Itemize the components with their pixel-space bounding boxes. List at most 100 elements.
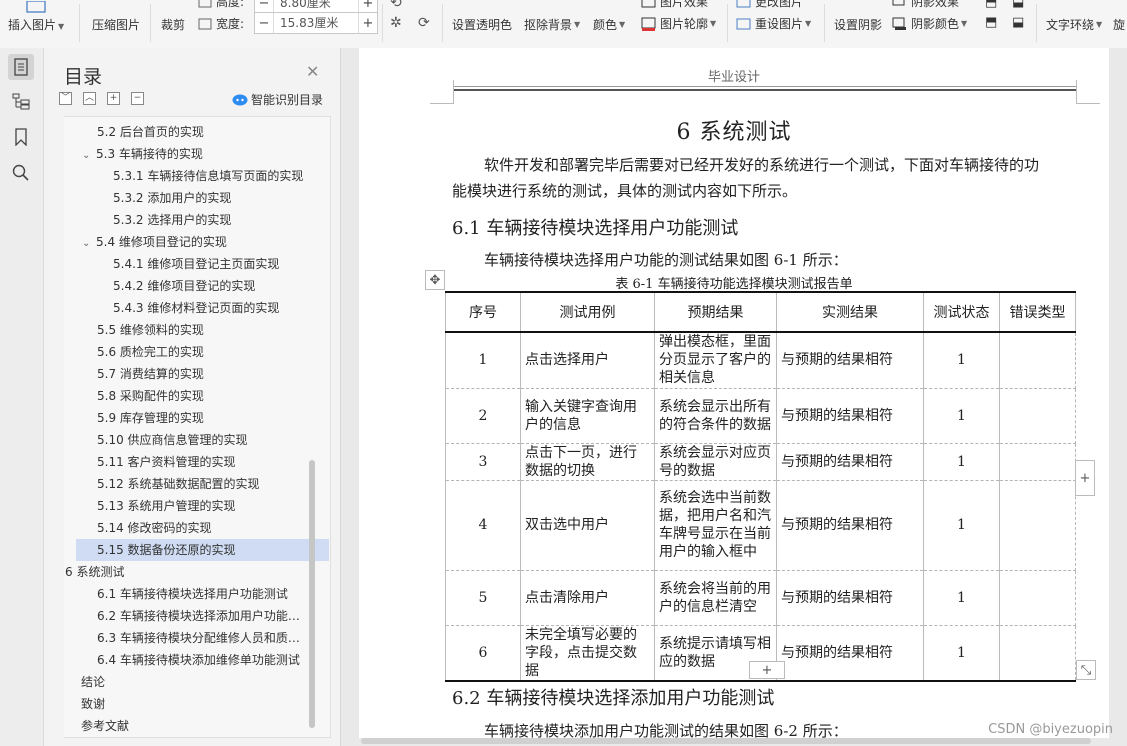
toc-item[interactable]: 6.3 车辆接待模块分配维修人员和质检人员功能测试 bbox=[97, 627, 308, 649]
set-transparent-button[interactable]: 设置透明色 bbox=[452, 16, 512, 33]
shadow-color-button[interactable]: 阴影颜色 ▼ bbox=[892, 15, 967, 32]
toc-item[interactable]: 5.14 修改密码的实现 bbox=[97, 517, 308, 539]
toc-item[interactable]: ⌄6 系统测试 bbox=[64, 561, 308, 583]
toc-item[interactable]: 5.8 采购配件的实现 bbox=[97, 385, 308, 407]
document-icon bbox=[14, 58, 28, 76]
outline-panel-button[interactable] bbox=[8, 88, 34, 114]
toc-item[interactable]: 5.11 客户资料管理的实现 bbox=[97, 451, 308, 473]
color-button[interactable]: 颜色 ▼ bbox=[593, 16, 625, 33]
crop-mark bbox=[1076, 80, 1077, 103]
set-shadow-button[interactable]: 设置阴影 bbox=[834, 16, 882, 33]
toc-item[interactable]: 结论 bbox=[81, 671, 308, 693]
picture-effect-label: 图片效果 bbox=[660, 0, 709, 9]
flip-icon[interactable]: ⟳ bbox=[418, 15, 430, 31]
close-icon[interactable]: ✕ bbox=[306, 62, 319, 81]
insert-picture-button[interactable]: 插入图片 ▼ bbox=[8, 1, 64, 33]
add-entry-icon[interactable]: + bbox=[107, 92, 120, 105]
toc-item[interactable]: 5.7 消费结算的实现 bbox=[97, 363, 308, 385]
shadow-up-icon[interactable]: ⬒ bbox=[985, 0, 997, 10]
crop-mark bbox=[430, 103, 454, 104]
add-column-icon[interactable]: + bbox=[1075, 460, 1095, 496]
toc-item[interactable]: 5.9 库存管理的实现 bbox=[97, 407, 308, 429]
toc-item[interactable]: 5.15 数据备份还原的实现 bbox=[76, 539, 329, 561]
table-body: 1 点击选择用户 弹出模态框，里面分页显示了客户的相关信息 与预期的结果相符 1 2 输入关… bbox=[445, 331, 1076, 682]
smart-recognize-button[interactable]: 智能识别目录 bbox=[232, 91, 323, 108]
toc-scrollbar[interactable] bbox=[309, 460, 315, 728]
collapse-all-icon[interactable]: ﹀ bbox=[59, 92, 72, 105]
change-picture-button[interactable]: 更改图片 bbox=[736, 0, 803, 10]
ribbon-toolbar: 插入图片 ▼ 压缩图片 裁剪 高度: −8.80厘米 + 宽度: −15.83厘米 +… bbox=[0, 0, 1127, 49]
toc-item[interactable]: 参考文献 bbox=[81, 715, 308, 737]
toc-item-label: 5.12 系统基础数据配置的实现 bbox=[97, 477, 260, 491]
toc-item[interactable]: 5.5 维修领料的实现 bbox=[97, 319, 308, 341]
toc-item[interactable]: 6.4 车辆接待模块添加维修单功能测试 bbox=[97, 649, 308, 671]
toc-item[interactable]: 致谢 bbox=[81, 693, 308, 715]
chevron-down-icon: ▼ bbox=[58, 22, 65, 31]
toc-item-label: 5.5 维修领料的实现 bbox=[97, 323, 204, 337]
rotate-icon[interactable]: ⟲ bbox=[390, 0, 402, 11]
table-cell: 1 bbox=[923, 569, 1000, 626]
toc-panel-button[interactable] bbox=[8, 54, 34, 80]
toc-item[interactable]: 5.6 质检完工的实现 bbox=[97, 341, 308, 363]
toc-item-label: 5.3.1 车辆接待信息填写页面的实现 bbox=[113, 169, 304, 183]
chevron-down-icon[interactable]: ⌄ bbox=[82, 233, 96, 253]
decrement-icon[interactable]: − bbox=[255, 16, 273, 31]
toc-item[interactable]: 6.2 车辆接待模块选择添加用户功能测试 bbox=[97, 605, 308, 627]
reset-picture-button[interactable]: 重设图片 ▼ bbox=[736, 15, 811, 32]
search-panel-button[interactable] bbox=[8, 160, 34, 186]
compress-picture-button[interactable]: 压缩图片 bbox=[92, 16, 140, 33]
toc-item-label: 参考文献 bbox=[81, 719, 130, 733]
table-header-cell: 错误类型 bbox=[999, 291, 1076, 333]
text-wrap-button[interactable]: 文字环绕 ▼ bbox=[1046, 16, 1102, 33]
color-label: 颜色 bbox=[593, 18, 618, 32]
shadow-down-icon[interactable]: ⬓ bbox=[1012, 15, 1024, 30]
shadow-effect-button[interactable]: 阴影效果 bbox=[892, 0, 959, 10]
increment-icon[interactable]: + bbox=[359, 0, 377, 11]
remove-background-button[interactable]: 抠除背景 ▼ bbox=[524, 16, 580, 33]
picture-effect-button[interactable]: 图片效果 bbox=[641, 0, 708, 10]
width-value[interactable]: 15.83厘米 bbox=[273, 13, 359, 33]
table-cell bbox=[999, 442, 1076, 481]
toc-item[interactable]: 5.3.2 添加用户的实现 bbox=[113, 187, 308, 209]
horizontal-scrollbar[interactable] bbox=[361, 738, 1091, 744]
increment-icon[interactable]: + bbox=[359, 16, 377, 31]
shadow-right-icon[interactable]: ⬓ bbox=[1012, 0, 1024, 10]
toc-item-label: 致谢 bbox=[81, 697, 106, 711]
table-cell: 4 bbox=[445, 479, 521, 571]
decrement-icon[interactable]: − bbox=[255, 0, 273, 11]
table-row: 2 输入关键字查询用户的信息 系统会显示出所有的符合条件的数据 与预期的结果相符 1 bbox=[445, 387, 1076, 444]
settings-icon[interactable]: ✲ bbox=[390, 15, 402, 31]
intro-paragraph-line-1: 软件开发和部署完毕后需要对已经开发好的系统进行一个测试，下面对车辆接待的功 bbox=[484, 156, 1040, 174]
shadow-left-icon[interactable]: ⬒ bbox=[985, 15, 997, 30]
running-header: 毕业设计 bbox=[707, 70, 760, 85]
toc-item[interactable]: 5.3.2 选择用户的实现 bbox=[113, 209, 308, 231]
crop-button[interactable]: 裁剪 bbox=[161, 16, 185, 33]
toc-item[interactable]: ⌄ 5.4 维修项目登记的实现 bbox=[82, 231, 308, 253]
width-spinner[interactable]: −15.83厘米 + bbox=[254, 12, 378, 34]
expand-up-icon[interactable]: ︿ bbox=[83, 92, 96, 105]
bookmark-panel-button[interactable] bbox=[8, 124, 34, 150]
toc-item[interactable]: 6.1 车辆接待模块选择用户功能测试 bbox=[97, 583, 308, 605]
toc-item[interactable]: 5.3.1 车辆接待信息填写页面的实现 bbox=[113, 165, 308, 187]
table-move-handle-icon[interactable]: ✥ bbox=[425, 270, 445, 290]
height-label: 高度: bbox=[216, 0, 245, 9]
toc-item[interactable]: 5.13 系统用户管理的实现 bbox=[97, 495, 308, 517]
toc-item[interactable]: 5.4.2 维修项目登记的实现 bbox=[113, 275, 308, 297]
add-row-icon[interactable]: + bbox=[749, 661, 785, 679]
toc-item[interactable]: 5.4.3 维修材料登记页面的实现 bbox=[113, 297, 308, 319]
toc-item[interactable]: ⌄ 5.3 车辆接待的实现 bbox=[82, 143, 308, 165]
table-resize-icon[interactable]: ⤡ bbox=[1076, 660, 1096, 680]
chevron-down-icon[interactable]: ⌄ bbox=[82, 145, 96, 165]
toc-item[interactable]: 5.2 后台首页的实现 bbox=[97, 121, 308, 143]
toc-item[interactable]: 5.12 系统基础数据配置的实现 bbox=[97, 473, 308, 495]
picture-outline-button[interactable]: 图片轮廓 ▼ bbox=[641, 15, 716, 32]
toc-item-label: 5.3.2 添加用户的实现 bbox=[113, 191, 232, 205]
toc-item-label: 5.4.2 维修项目登记的实现 bbox=[113, 279, 256, 293]
table-row: 4 双击选中用户 系统会选中当前数据，把用户名和汽车牌号显示在当前用户的输入框中 与预… bbox=[445, 479, 1076, 571]
rotate-button[interactable]: 旋 bbox=[1113, 16, 1125, 33]
table-cell: 1 bbox=[923, 387, 1000, 444]
toc-item[interactable]: 5.10 供应商信息管理的实现 bbox=[97, 429, 308, 451]
toc-item[interactable]: 5.4.1 维修项目登记主页面实现 bbox=[113, 253, 308, 275]
remove-entry-icon[interactable]: − bbox=[131, 92, 144, 105]
smart-cloud-icon bbox=[232, 94, 248, 105]
